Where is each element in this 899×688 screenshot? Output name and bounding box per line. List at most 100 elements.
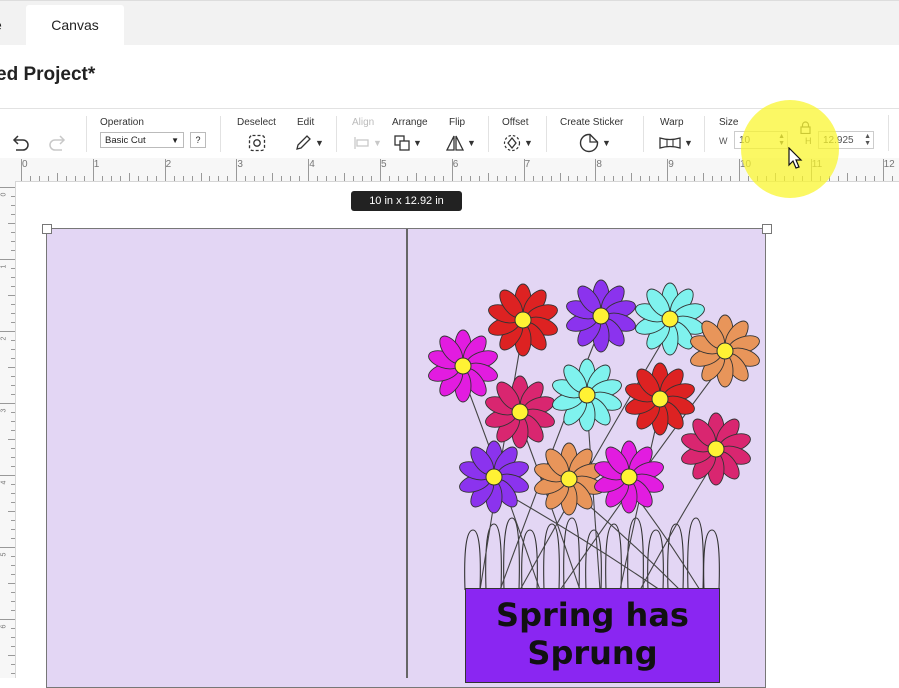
ruler-tick: [613, 176, 615, 181]
ruler-tick: [371, 176, 373, 181]
edit-label: Edit: [297, 117, 315, 128]
ruler-label: 2: [165, 159, 172, 170]
ruler-tick: [11, 484, 15, 485]
ruler-tick: [487, 173, 489, 181]
size-label: Size: [719, 117, 739, 128]
ruler-tick: [362, 176, 364, 181]
toolbar-divider: [704, 116, 705, 152]
ruler-tick: [0, 547, 15, 548]
operation-select[interactable]: Basic Cut ▼: [100, 132, 184, 148]
vertical-ruler: 0 1 2 3 4 5 6: [0, 181, 16, 678]
ruler-label: 8: [596, 159, 602, 170]
ruler-tick: [236, 159, 238, 181]
ruler-tick: [335, 176, 337, 181]
ruler-tick: [0, 403, 15, 404]
ruler-tick: [676, 176, 678, 181]
resize-handle-top-right[interactable]: [762, 224, 772, 234]
resize-handle-top-left[interactable]: [42, 224, 52, 234]
redo-icon[interactable]: [48, 133, 68, 153]
ruler-tick: [864, 176, 866, 181]
ruler-tick: [550, 176, 552, 181]
ruler-tick: [649, 176, 651, 181]
ruler-label: 4: [0, 480, 8, 485]
align-label: Align: [352, 117, 375, 128]
ruler-tick: [353, 176, 355, 181]
ruler-tick: [182, 176, 184, 181]
ruler-tick: [299, 176, 301, 181]
ruler-label: 3: [237, 159, 243, 170]
edit-pencil-icon[interactable]: ▼: [294, 133, 324, 153]
ruler-tick: [667, 159, 669, 181]
create-sticker-label: Create Sticker: [560, 117, 624, 128]
ruler-tick: [595, 159, 597, 181]
ruler-tick: [380, 159, 381, 181]
ruler-tick: [541, 176, 543, 181]
ruler-tick: [11, 214, 15, 215]
ruler-tick: [0, 331, 15, 332]
ruler-tick: [8, 439, 15, 440]
ruler-label: 5: [381, 159, 387, 170]
ruler-tick: [11, 574, 15, 575]
ruler-tick: [290, 176, 292, 181]
ruler-tick: [92, 159, 94, 181]
sticker-icon[interactable]: ▼: [579, 133, 611, 153]
ruler-tick: [29, 176, 31, 181]
ruler-tick: [11, 592, 15, 593]
ruler-tick: [577, 176, 579, 181]
chevron-down-icon: ▼: [171, 135, 179, 145]
ruler-tick: [11, 565, 15, 566]
align-icon[interactable]: ▼: [354, 133, 382, 153]
ruler-tick: [83, 176, 85, 181]
ruler-tick: [604, 176, 606, 181]
ruler-tick: [128, 173, 130, 181]
arrange-icon[interactable]: ▼: [394, 133, 422, 153]
operation-label: Operation: [100, 117, 144, 128]
ruler-tick: [200, 173, 202, 181]
ruler-tick: [146, 176, 148, 181]
ruler-tick: [11, 358, 15, 359]
ruler-tick: [658, 176, 660, 181]
ruler-tick: [406, 176, 408, 181]
ruler-tick: [8, 367, 15, 368]
ruler-tick: [11, 538, 15, 539]
toolbar-divider: [546, 116, 547, 152]
toolbar-divider: [488, 116, 489, 152]
offset-icon[interactable]: ▼: [503, 133, 533, 153]
ruler-tick: [119, 176, 121, 181]
ruler-label: 0: [22, 159, 28, 170]
warp-label: Warp: [660, 117, 684, 128]
ruler-tick: [685, 176, 687, 181]
ruler-tick: [0, 187, 15, 188]
tab-home[interactable]: e: [0, 5, 18, 45]
ruler-tick: [11, 241, 15, 242]
ruler-tick: [155, 176, 157, 181]
ruler-tick: [173, 176, 175, 181]
ruler-tick: [505, 176, 507, 181]
ruler-tick: [424, 176, 426, 181]
ruler-tick: [11, 322, 15, 323]
warp-icon[interactable]: ▼: [659, 133, 693, 153]
ruler-tick: [11, 430, 15, 431]
ruler-tick: [739, 159, 740, 181]
deselect-icon[interactable]: [248, 133, 266, 153]
tab-bar: e Canvas: [0, 0, 899, 45]
operation-help-button[interactable]: ?: [190, 132, 206, 148]
ruler-tick: [218, 176, 220, 181]
flip-icon[interactable]: ▼: [446, 133, 476, 153]
toolbar-divider: [643, 116, 644, 152]
ruler-tick: [11, 349, 15, 350]
ruler-tick: [11, 493, 15, 494]
undo-icon[interactable]: [10, 133, 30, 153]
ruler-tick: [11, 421, 15, 422]
toolbar-divider: [336, 116, 337, 152]
ruler-label: 1: [0, 264, 8, 269]
ruler-tick: [11, 664, 15, 665]
ruler-tick: [254, 176, 256, 181]
ruler-tick: [11, 448, 15, 449]
ruler-tick: [712, 176, 714, 181]
ruler-tick: [694, 176, 696, 181]
tab-canvas[interactable]: Canvas: [26, 5, 124, 45]
card-label-text: Spring has Sprung: [465, 596, 720, 672]
height-stepper-icon[interactable]: ▲ ▼: [864, 133, 871, 147]
ruler-tick: [586, 176, 588, 181]
